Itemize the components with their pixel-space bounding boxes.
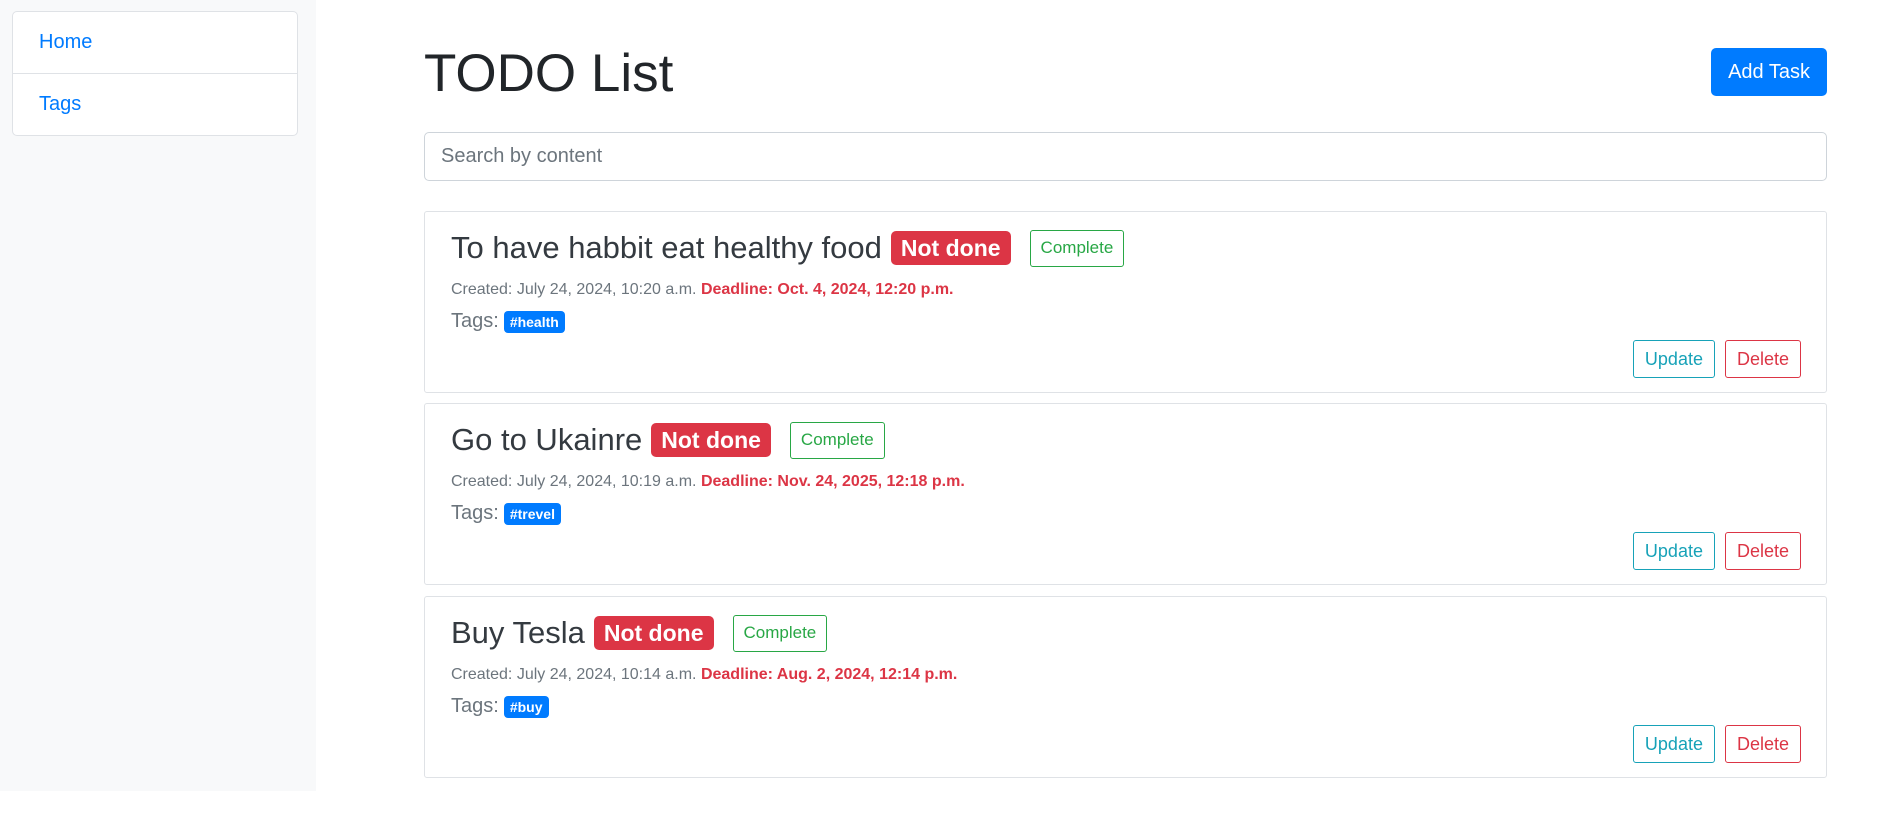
update-button[interactable]: Update: [1632, 532, 1715, 570]
task-header: Go to Ukainre Not done Complete: [451, 420, 885, 460]
task-card: Go to Ukainre Not done Complete Created:…: [424, 403, 1827, 585]
delete-button[interactable]: Delete: [1724, 532, 1801, 570]
update-button[interactable]: Update: [1632, 725, 1715, 763]
task-title: To have habbit eat healthy food: [451, 230, 882, 265]
task-card: Buy Tesla Not done Complete Created: Jul…: [424, 596, 1827, 778]
created-date: Created: July 24, 2024, 10:19 a.m.: [451, 473, 697, 490]
task-actions: Update Delete: [1632, 532, 1801, 570]
deadline-date: Deadline: Oct. 4, 2024, 12:20 p.m.: [700, 281, 954, 298]
delete-button[interactable]: Delete: [1724, 725, 1801, 763]
task-meta: Created: July 24, 2024, 10:14 a.m. Deadl…: [451, 666, 957, 684]
sidebar-nav: Home Tags: [12, 11, 298, 136]
sidebar-item-home[interactable]: Home: [13, 12, 297, 73]
update-button[interactable]: Update: [1632, 340, 1715, 378]
task-card: To have habbit eat healthy food Not done…: [424, 211, 1827, 393]
tags-label: Tags:: [451, 310, 499, 332]
tag-badge[interactable]: #buy: [503, 695, 549, 718]
task-actions: Update Delete: [1632, 340, 1801, 378]
delete-button[interactable]: Delete: [1724, 340, 1801, 378]
complete-button[interactable]: Complete: [789, 421, 885, 459]
task-title: Buy Tesla: [451, 615, 585, 650]
task-actions: Update Delete: [1632, 725, 1801, 763]
sidebar: Home Tags: [0, 0, 316, 791]
tag-badge[interactable]: #health: [503, 310, 565, 333]
tag-badge[interactable]: #trevel: [503, 502, 561, 525]
complete-button[interactable]: Complete: [1029, 229, 1125, 267]
tags-label: Tags:: [451, 502, 499, 524]
deadline-date: Deadline: Aug. 2, 2024, 12:14 p.m.: [700, 666, 958, 683]
complete-button[interactable]: Complete: [732, 614, 828, 652]
status-badge: Not done: [890, 231, 1011, 265]
add-task-button[interactable]: Add Task: [1711, 48, 1827, 96]
search-input[interactable]: [424, 132, 1827, 181]
status-badge: Not done: [651, 423, 771, 457]
task-header: To have habbit eat healthy food Not done…: [451, 228, 1125, 268]
task-tags: Tags: #trevel: [451, 502, 561, 525]
created-date: Created: July 24, 2024, 10:14 a.m.: [451, 666, 697, 683]
page-title: TODO List: [424, 44, 674, 103]
sidebar-item-tags[interactable]: Tags: [13, 73, 297, 135]
status-badge: Not done: [593, 616, 714, 650]
task-tags: Tags: #health: [451, 310, 565, 333]
task-tags: Tags: #buy: [451, 695, 549, 718]
tags-label: Tags:: [451, 695, 499, 717]
task-header: Buy Tesla Not done Complete: [451, 613, 828, 653]
task-title: Go to Ukainre: [451, 422, 643, 457]
deadline-date: Deadline: Nov. 24, 2025, 12:18 p.m.: [700, 473, 965, 490]
task-meta: Created: July 24, 2024, 10:19 a.m. Deadl…: [451, 473, 965, 491]
created-date: Created: July 24, 2024, 10:20 a.m.: [451, 281, 697, 298]
task-meta: Created: July 24, 2024, 10:20 a.m. Deadl…: [451, 281, 954, 299]
